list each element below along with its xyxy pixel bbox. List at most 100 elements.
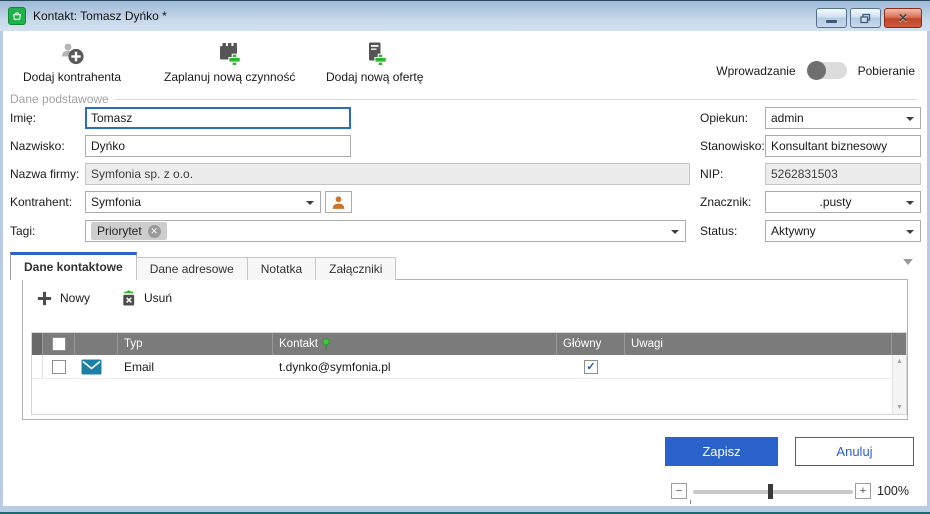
kontrahent-combo[interactable]: Symfonia: [85, 191, 321, 213]
add-offer-button[interactable]: Dodaj nową ofertę: [320, 37, 429, 87]
window-title: Kontakt: Tomasz Dyńko *: [33, 9, 167, 23]
contact-window: Kontakt: Tomasz Dyńko * ✕ Dodaj kontrahe: [0, 0, 930, 514]
plan-activity-label: Zaplanuj nową czynność: [164, 70, 295, 84]
kontrahent-value: Symfonia: [91, 195, 141, 209]
status-combo[interactable]: Aktywny: [765, 220, 921, 242]
window-body: Dodaj kontrahenta Zaplanuj nową czynność: [3, 31, 927, 506]
collapse-panel-icon[interactable]: [903, 259, 913, 265]
window-controls: ✕: [816, 8, 922, 28]
zoom-slider-thumb[interactable]: [768, 484, 773, 499]
restore-icon: [860, 13, 871, 24]
header-kontakt[interactable]: Kontakt: [273, 333, 557, 355]
nazwa-firmy-input: [85, 163, 690, 185]
new-row-button[interactable]: Nowy: [36, 289, 90, 307]
add-person-icon: [59, 40, 86, 67]
mode-toggle-switch[interactable]: [807, 62, 847, 79]
scroll-up-icon[interactable]: ▲: [896, 358, 903, 365]
app-icon: [8, 7, 26, 25]
opiekun-label: Opiekun:: [700, 107, 748, 129]
chevron-down-icon: [906, 201, 914, 205]
chevron-down-icon: [906, 117, 914, 121]
row-checkbox[interactable]: [52, 360, 66, 374]
save-button[interactable]: Zapisz: [665, 437, 778, 466]
header-icon-column: [75, 333, 118, 355]
nazwa-firmy-label: Nazwa firmy:: [10, 163, 79, 185]
zoom-out-button[interactable]: −: [671, 483, 687, 499]
cell-kontakt: t.dynko@symfonia.pl: [273, 355, 557, 378]
grid-scrollbar[interactable]: ▲ ▼: [892, 355, 906, 414]
zoom-level-label: 100%: [877, 484, 909, 498]
pin-icon: [322, 338, 330, 351]
new-row-label: Nowy: [60, 291, 90, 305]
close-icon: ✕: [898, 11, 908, 25]
plus-icon: [36, 290, 53, 307]
imie-label: Imię:: [10, 107, 36, 129]
opiekun-value: admin: [771, 111, 804, 125]
open-contractor-button[interactable]: [325, 191, 352, 213]
calendar-plus-icon: [216, 40, 243, 67]
tag-remove-icon[interactable]: ✕: [148, 225, 161, 238]
stanowisko-input[interactable]: [765, 135, 921, 157]
tag-chip-label: Priorytet: [97, 224, 142, 238]
scroll-down-icon[interactable]: ▼: [896, 404, 903, 411]
cell-typ: Email: [118, 355, 273, 378]
imie-input[interactable]: [85, 107, 351, 129]
restore-button[interactable]: [850, 8, 881, 28]
status-label: Status:: [700, 220, 737, 242]
titlebar: Kontakt: Tomasz Dyńko * ✕: [0, 0, 930, 31]
zoom-slider-track[interactable]: [693, 490, 853, 494]
contact-data-panel: Nowy Usuń Typ: [22, 279, 908, 420]
opiekun-combo[interactable]: admin: [765, 107, 921, 129]
tagi-combo[interactable]: Priorytet ✕: [85, 220, 686, 242]
chevron-down-icon: [306, 201, 314, 205]
row-selector[interactable]: [32, 355, 43, 378]
nip-input: [765, 163, 921, 185]
contacts-grid: Typ Kontakt Główny Uwagi: [31, 332, 907, 415]
delete-row-label: Usuń: [144, 291, 172, 305]
plan-activity-button[interactable]: Zaplanuj nową czynność: [158, 37, 301, 87]
znacznik-label: Znacznik:: [700, 191, 751, 213]
minimize-button[interactable]: [816, 8, 847, 28]
znacznik-combo[interactable]: .pusty: [765, 191, 921, 213]
znacznik-value: .pusty: [819, 195, 851, 209]
nazwisko-input[interactable]: [85, 135, 351, 157]
tab-zalaczniki[interactable]: Załączniki: [315, 257, 396, 280]
header-scrollbar-stub: [892, 333, 906, 355]
document-plus-icon: [361, 40, 388, 67]
nip-label: NIP:: [700, 163, 723, 185]
header-select-all[interactable]: [43, 333, 75, 355]
close-button[interactable]: ✕: [884, 8, 922, 28]
tab-dane-adresowe[interactable]: Dane adresowe: [136, 257, 248, 280]
tab-dane-kontaktowe[interactable]: Dane kontaktowe: [10, 252, 137, 280]
tab-strip: Dane kontaktowe Dane adresowe Notatka Za…: [10, 252, 395, 280]
toggle-knob: [807, 61, 826, 80]
add-contractor-button[interactable]: Dodaj kontrahenta: [17, 37, 127, 87]
add-offer-label: Dodaj nową ofertę: [326, 70, 423, 84]
tag-chip[interactable]: Priorytet ✕: [91, 222, 167, 240]
group-divider: [115, 99, 917, 100]
table-row[interactable]: Email t.dynko@symfonia.pl ✓: [32, 355, 906, 379]
email-icon: [81, 359, 102, 375]
minimize-icon: [826, 20, 837, 23]
add-contractor-label: Dodaj kontrahenta: [23, 70, 121, 84]
header-glowny[interactable]: Główny: [557, 333, 625, 355]
group-dane-podstawowe: Dane podstawowe: [10, 91, 917, 107]
tab-notatka[interactable]: Notatka: [247, 257, 316, 280]
grid-toolbar: Nowy Usuń: [36, 289, 172, 307]
person-icon: [331, 195, 346, 210]
mode-left-label: Wprowadzanie: [716, 64, 795, 78]
glowny-checkbox[interactable]: ✓: [584, 360, 598, 374]
header-uwagi[interactable]: Uwagi: [625, 333, 892, 355]
basket-icon: [11, 10, 23, 22]
header-typ[interactable]: Typ: [118, 333, 273, 355]
select-all-checkbox[interactable]: [52, 337, 66, 351]
zoom-tick: [690, 500, 691, 504]
cell-uwagi: [625, 355, 631, 378]
cancel-button[interactable]: Anuluj: [795, 437, 914, 466]
grid-header: Typ Kontakt Główny Uwagi: [32, 333, 906, 355]
mode-toggle-group: Wprowadzanie Pobieranie: [716, 62, 915, 79]
delete-row-button[interactable]: Usuń: [120, 289, 172, 307]
zoom-in-button[interactable]: +: [855, 483, 871, 499]
delete-icon: [120, 289, 137, 307]
status-value: Aktywny: [771, 224, 816, 238]
